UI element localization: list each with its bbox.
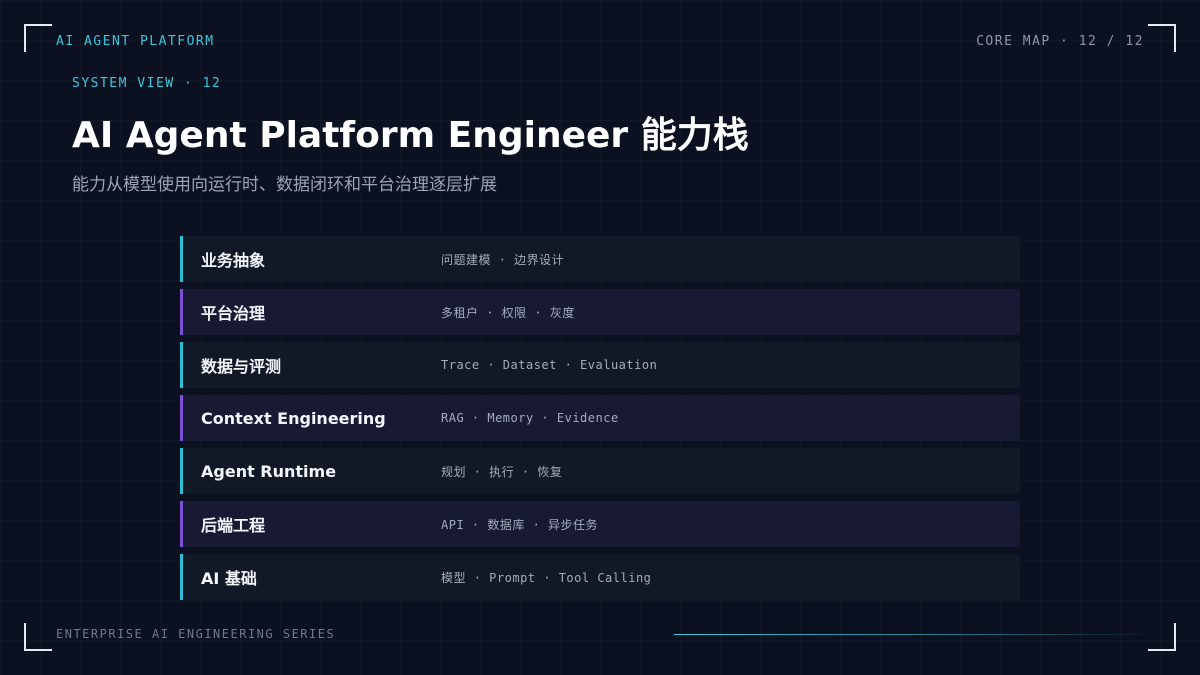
footer-divider [674,634,1144,635]
layer-items: 多租户 · 权限 · 灰度 [441,305,575,320]
brand-label: AI AGENT PLATFORM [56,34,215,49]
corner-bracket-bottom-left [24,623,52,651]
corner-bracket-top-left [24,24,52,52]
page-title: AI Agent Platform Engineer 能力栈 [72,115,749,156]
stack-layer-business-abstraction: 业务抽象 问题建模 · 边界设计 [180,236,1020,282]
stack-layer-platform-governance: 平台治理 多租户 · 权限 · 灰度 [180,289,1020,335]
layer-items: API · 数据库 · 异步任务 [441,517,599,532]
layer-name: Context Engineering [201,408,386,428]
layer-items: RAG · Memory · Evidence [441,411,619,425]
layer-items: 问题建模 · 边界设计 [441,252,565,267]
layer-items: 规划 · 执行 · 恢复 [441,464,563,479]
page-subtitle: 能力从模型使用向运行时、数据闭环和平台治理逐层扩展 [72,175,497,195]
series-label: ENTERPRISE AI ENGINEERING SERIES [56,627,336,641]
stack-layer-agent-runtime: Agent Runtime 规划 · 执行 · 恢复 [180,448,1020,494]
corner-bracket-bottom-right [1148,623,1176,651]
stack-layer-context-engineering: Context Engineering RAG · Memory · Evide… [180,395,1020,441]
layer-name: 数据与评测 [201,357,282,376]
stack-layer-backend-engineering: 后端工程 API · 数据库 · 异步任务 [180,501,1020,547]
layer-name: 平台治理 [201,304,266,323]
corner-bracket-top-right [1148,24,1176,52]
stack-layer-ai-foundation: AI 基础 模型 · Prompt · Tool Calling [180,554,1020,600]
page-indicator: CORE MAP · 12 / 12 [976,34,1144,49]
layer-name: 业务抽象 [201,251,266,270]
layer-name: 后端工程 [201,516,266,535]
layer-items: 模型 · Prompt · Tool Calling [441,570,652,585]
layer-name: Agent Runtime [201,461,337,481]
layer-items: Trace · Dataset · Evaluation [441,358,658,372]
stack-layer-data-evaluation: 数据与评测 Trace · Dataset · Evaluation [180,342,1020,388]
layer-name: AI 基础 [201,569,257,588]
section-eyebrow: SYSTEM VIEW · 12 [72,76,222,91]
capability-stack: 业务抽象 问题建模 · 边界设计 平台治理 多租户 · 权限 · 灰度 数据与评… [180,236,1020,607]
